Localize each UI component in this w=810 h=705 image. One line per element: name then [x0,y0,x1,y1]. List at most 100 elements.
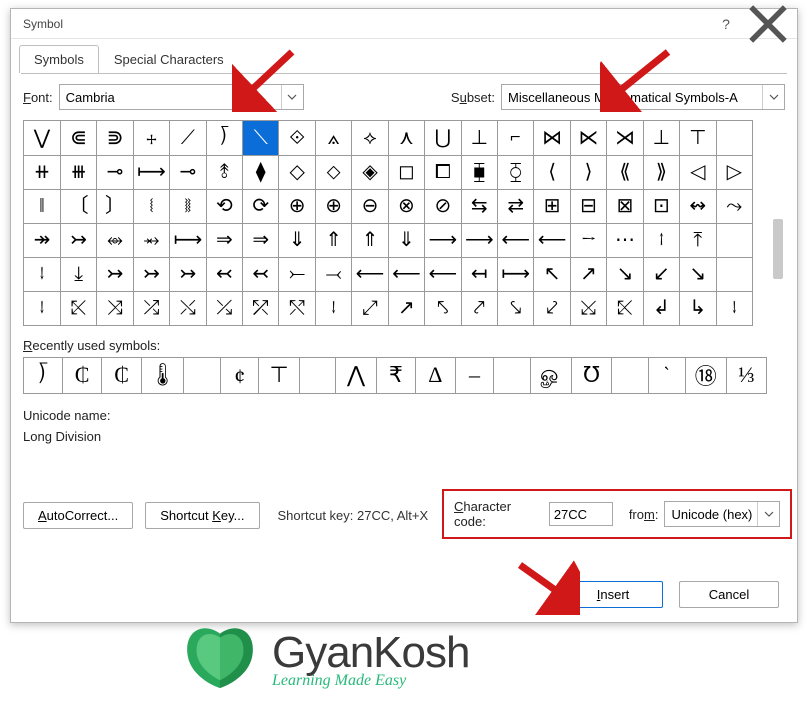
symbol-cell[interactable]: ⧺ [24,155,60,189]
symbol-cell[interactable]: ⇓ [388,223,424,257]
recent-symbol-cell[interactable]: Δ [416,358,455,394]
recent-symbol-cell[interactable]: ` [648,358,685,394]
cancel-button[interactable]: Cancel [679,581,779,608]
symbol-cell[interactable]: ⤥ [497,291,533,325]
symbol-cell[interactable]: ⟡ [352,121,388,155]
symbol-cell[interactable]: ⤲ [279,291,315,325]
symbol-cell[interactable]: ⊟ [570,189,606,223]
autocorrect-button[interactable]: AutoCorrect... [23,502,133,529]
symbol-cell[interactable]: ⧚ [170,189,206,223]
symbol-cell[interactable]: ⟋ [170,121,206,155]
symbol-cell[interactable]: ↘ [607,257,643,291]
symbol-cell[interactable]: ↣ [133,257,169,291]
symbol-cell[interactable]: ⇑ [315,223,351,257]
symbol-cell[interactable]: ⤳ [716,189,752,223]
symbol-cell[interactable]: ⧻ [60,155,96,189]
recent-symbol-cell[interactable]: ⋀ [336,358,376,394]
symbol-cell[interactable]: ⇆ [461,189,497,223]
symbol-cell[interactable]: ◇ [279,155,315,189]
symbol-cell[interactable]: ⤒ [680,223,716,257]
symbol-cell[interactable]: ⊕ [315,189,351,223]
symbol-cell[interactable] [716,223,752,257]
symbol-cell[interactable]: ⟐ [279,121,315,155]
symbol-cell[interactable]: ⟶ [425,223,461,257]
symbol-cell[interactable]: ⋈ [534,121,570,155]
recent-symbol-cell[interactable]: ₵ [102,358,142,394]
symbol-cell[interactable]: ⬦ [315,155,351,189]
symbol-cell[interactable]: ⧠ [425,155,461,189]
symbol-cell[interactable]: ‖ [24,189,60,223]
symbol-cell[interactable]: ↓ [24,257,60,291]
symbol-cell[interactable]: ⇑ [352,223,388,257]
symbol-cell[interactable]: ⧙ [133,189,169,223]
recent-symbol-cell[interactable]: 🌡 [141,358,183,394]
symbol-cell[interactable]: ⋯ [607,223,643,257]
symbol-cell[interactable]: ↑ [643,223,679,257]
symbol-cell[interactable]: ↢ [206,257,242,291]
from-combo[interactable]: Unicode (hex) [664,501,780,527]
recent-symbol-cell[interactable]: ௐ [530,358,571,394]
symbol-cell[interactable]: ⤪ [60,291,96,325]
symbol-cell[interactable] [716,257,752,291]
symbol-cell[interactable]: ⋊ [607,121,643,155]
symbol-cell[interactable]: ↓ [716,291,752,325]
symbol-cell[interactable]: ⇒ [243,223,279,257]
symbol-cell[interactable]: ⟵ [534,223,570,257]
tab-symbols[interactable]: Symbols [19,45,99,73]
symbol-cell[interactable]: → [570,223,606,257]
symbol-cell[interactable]: ↙ [643,257,679,291]
symbol-cell[interactable]: ↤ [461,257,497,291]
symbol-cell[interactable]: ⊡ [643,189,679,223]
symbol-cell[interactable]: ⟵ [388,257,424,291]
symbol-cell[interactable]: ⋐ [60,121,96,155]
recent-symbol-cell[interactable] [612,358,648,394]
symbol-cell[interactable]: ⇒ [206,223,242,257]
symbol-cell[interactable]: 〕 [97,189,133,223]
symbol-cell[interactable]: ⥈ [97,223,133,257]
symbol-cell[interactable]: ⟵ [352,257,388,291]
symbol-cell[interactable]: ◈ [352,155,388,189]
symbol-cell[interactable]: ⟼ [133,155,169,189]
symbol-cell[interactable]: ⇓ [279,223,315,257]
symbol-cell[interactable]: ⊸ [170,155,206,189]
symbol-cell[interactable]: ⋉ [570,121,606,155]
symbol-cell[interactable]: ↢ [243,257,279,291]
symbol-cell[interactable]: ⤣ [425,291,461,325]
symbol-cell[interactable]: ▷ [716,155,752,189]
symbol-cell[interactable]: ◁ [680,155,716,189]
symbol-cell[interactable]: ⊸ [97,155,133,189]
symbol-cell[interactable]: ⥇ [133,223,169,257]
symbol-cell[interactable]: ⧯ [461,155,497,189]
symbol-cell[interactable]: ⤢ [352,291,388,325]
symbol-cell[interactable]: ⟍ [243,121,279,155]
recent-symbol-cell[interactable] [184,358,220,394]
symbol-cell[interactable]: ⋑ [97,121,133,155]
symbol-cell[interactable]: ↭ [680,189,716,223]
symbol-cell[interactable]: ↣ [170,257,206,291]
tab-special-characters[interactable]: Special Characters [99,45,239,73]
grid-scrollbar[interactable] [773,219,783,279]
recent-symbol-cell[interactable]: ₹ [376,358,415,394]
symbol-cell[interactable]: ⟵ [425,257,461,291]
symbol-cell[interactable]: ⟑ [315,121,351,155]
recent-symbol-cell[interactable]: ⑱ [685,358,726,394]
symbol-cell[interactable]: ⧲ [497,155,533,189]
symbol-cell[interactable]: ⤰ [206,291,242,325]
symbol-cell[interactable]: ⤦ [534,291,570,325]
symbol-cell[interactable]: ⌐ [497,121,533,155]
recent-grid[interactable]: ⟌₵₵🌡¢⊤⋀₹Δ‒ௐ℧`⑱⅓ [23,357,767,395]
symbol-cell[interactable]: ↲ [643,291,679,325]
symbol-cell[interactable]: ↳ [680,291,716,325]
symbol-cell[interactable]: ⋁ [24,121,60,155]
symbol-cell[interactable]: ⊥ [461,121,497,155]
symbol-cell[interactable]: ⥉ [206,155,242,189]
symbol-cell[interactable]: ⋃ [425,121,461,155]
symbol-cell[interactable]: ↠ [24,223,60,257]
recent-symbol-cell[interactable] [494,358,530,394]
font-combo[interactable]: Cambria [59,84,304,110]
help-icon[interactable]: ? [705,10,747,38]
recent-symbol-cell[interactable]: ₵ [62,358,102,394]
symbol-cell[interactable]: ◻ [388,155,424,189]
symbol-cell[interactable]: ⟵ [497,223,533,257]
symbol-cell[interactable]: ⟲ [206,189,242,223]
